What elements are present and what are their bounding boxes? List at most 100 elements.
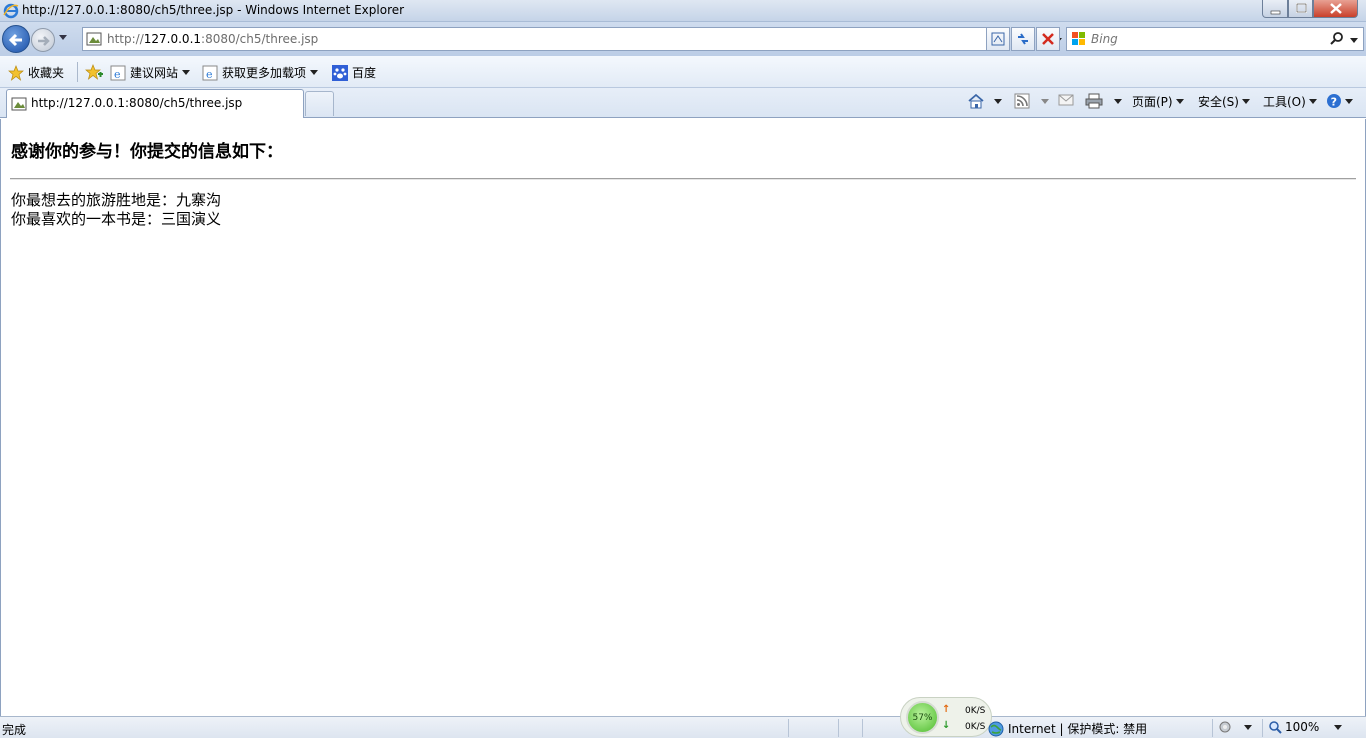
chevron-down-icon [1345, 98, 1353, 104]
suggested-sites-button[interactable]: e 建议网站 [110, 64, 191, 81]
search-input[interactable] [1091, 31, 1311, 47]
upload-arrow-icon: ↑ [942, 704, 951, 715]
rss-feed-icon [1014, 93, 1030, 109]
restore-icon [1296, 3, 1307, 13]
favorites-separator [77, 62, 78, 82]
page-content: 感谢你的参与！你提交的信息如下： 你最想去的旅游胜地是：九寨沟 你最喜欢的一本书… [0, 119, 1366, 716]
suggested-sites-label: 建议网站 [130, 66, 179, 80]
status-bar: 完成 57% ↑ ↓ 0K/S 0K/S Internet | 保护模式: 禁用… [0, 697, 1366, 738]
download-rate: 0K/S [965, 722, 986, 732]
download-arrow-icon: ↓ [942, 720, 951, 731]
forward-arrow-icon [38, 36, 50, 46]
chevron-down-icon [1114, 98, 1122, 104]
page-icon [86, 32, 102, 46]
maximize-button[interactable] [1288, 0, 1313, 18]
chevron-down-icon [1175, 99, 1184, 104]
feeds-button[interactable] [1014, 93, 1049, 109]
star-icon [8, 64, 24, 81]
ie-page-icon: e [202, 65, 218, 81]
new-tab-button[interactable] [305, 91, 334, 116]
chevron-down-icon [1241, 99, 1250, 104]
search-dropdown-icon[interactable] [1349, 37, 1359, 45]
safety-menu[interactable]: 安全(S) [1198, 93, 1250, 110]
recent-pages-dropdown-icon[interactable] [58, 34, 68, 42]
stop-button[interactable] [1036, 27, 1060, 51]
address-bar[interactable]: http://127.0.0.1:8080/ch5/three.jsp [82, 27, 1062, 51]
svg-text:e: e [206, 68, 213, 81]
zoom-magnifier-icon [1269, 721, 1282, 734]
home-button[interactable] [967, 93, 1002, 109]
forward-button[interactable] [31, 28, 55, 52]
refresh-icon [1018, 33, 1028, 45]
upload-rate: 0K/S [965, 706, 986, 716]
read-mail-button[interactable] [1058, 93, 1074, 107]
tab-bar: http://127.0.0.1:8080/ch5/three.jsp 页面(P… [0, 88, 1366, 118]
page-heading: 感谢你的参与！你提交的信息如下： [11, 142, 283, 162]
refresh-button[interactable] [1011, 27, 1035, 51]
status-separator [1212, 719, 1213, 737]
zoom-level: 100% [1285, 720, 1320, 734]
security-zone-label: Internet | 保护模式: 禁用 [1008, 722, 1148, 736]
baidu-paw-icon [332, 64, 348, 81]
page-icon [11, 97, 27, 111]
chevron-down-icon [1041, 98, 1049, 104]
get-more-addons-label: 获取更多加载项 [222, 66, 307, 80]
minimize-button[interactable] [1262, 0, 1288, 18]
print-button[interactable] [1085, 93, 1122, 109]
tab-label: http://127.0.0.1:8080/ch5/three.jsp [31, 96, 243, 110]
destination-answer: 你最想去的旅游胜地是：九寨沟 [11, 191, 222, 209]
zoom-dropdown-icon[interactable] [1334, 725, 1342, 730]
network-speed-widget[interactable]: 57% ↑ ↓ 0K/S 0K/S [900, 697, 992, 737]
help-icon: ? [1327, 94, 1341, 109]
url-prefix: http:// [107, 32, 144, 46]
baidu-link[interactable]: 百度 [332, 64, 376, 81]
favorites-button[interactable]: 收藏夹 [8, 64, 64, 81]
tools-menu[interactable]: 工具(O) [1263, 93, 1317, 110]
add-to-favorites-bar-button[interactable] [85, 64, 103, 80]
search-box[interactable] [1066, 27, 1364, 51]
search-icon[interactable] [1329, 31, 1345, 47]
get-more-addons-button[interactable]: e 获取更多加载项 [202, 64, 319, 81]
favorites-bar: 收藏夹 e 建议网站 e 获取更多加载项 百度 [0, 56, 1366, 88]
horizontal-rule [10, 178, 1356, 180]
safety-menu-label: 安全(S) [1198, 95, 1239, 109]
tab-three-jsp[interactable]: http://127.0.0.1:8080/ch5/three.jsp [6, 89, 304, 118]
minimize-icon [1270, 10, 1281, 15]
favorites-label: 收藏夹 [28, 66, 65, 80]
back-button[interactable] [2, 25, 30, 53]
page-menu[interactable]: 页面(P) [1132, 93, 1184, 110]
book-answer: 你最喜欢的一本书是：三国演义 [11, 210, 222, 228]
home-icon [968, 93, 984, 109]
mail-icon [1058, 94, 1074, 106]
navigation-bar: http://127.0.0.1:8080/ch5/three.jsp [0, 22, 1366, 56]
svg-text:?: ? [1331, 96, 1337, 109]
close-icon [1330, 3, 1342, 14]
stop-icon [1042, 33, 1054, 45]
add-favorite-star-icon [85, 64, 103, 80]
baidu-label: 百度 [352, 66, 377, 80]
protected-mode-settings-button[interactable] [1218, 720, 1252, 734]
zoom-level-button[interactable]: 100% [1268, 720, 1319, 734]
network-usage-gauge: 57% [906, 701, 939, 734]
ie-page-icon: e [110, 65, 126, 81]
status-text: 完成 [2, 723, 27, 737]
help-button[interactable]: ? [1326, 93, 1353, 109]
bing-icon [1072, 32, 1085, 45]
address-url[interactable]: http://127.0.0.1:8080/ch5/three.jsp [107, 32, 318, 46]
settings-wrench-icon [1219, 721, 1231, 733]
status-separator [788, 719, 789, 737]
window-title: http://127.0.0.1:8080/ch5/three.jsp - Wi… [22, 3, 405, 17]
globe-icon [988, 721, 1004, 736]
page-menu-label: 页面(P) [1132, 95, 1173, 109]
chevron-down-icon [1244, 724, 1252, 730]
close-window-button[interactable] [1313, 0, 1358, 18]
security-zone[interactable]: Internet | 保护模式: 禁用 [988, 720, 1147, 737]
status-separator [838, 719, 839, 737]
tools-menu-label: 工具(O) [1263, 95, 1306, 109]
url-host: 127.0.0.1 [143, 32, 202, 46]
chevron-down-icon [1308, 99, 1317, 104]
chevron-down-icon [994, 98, 1002, 104]
compatibility-view-button[interactable] [986, 27, 1010, 51]
url-path: :8080/ch5/three.jsp [201, 32, 319, 46]
title-bar: http://127.0.0.1:8080/ch5/three.jsp - Wi… [0, 0, 1366, 22]
